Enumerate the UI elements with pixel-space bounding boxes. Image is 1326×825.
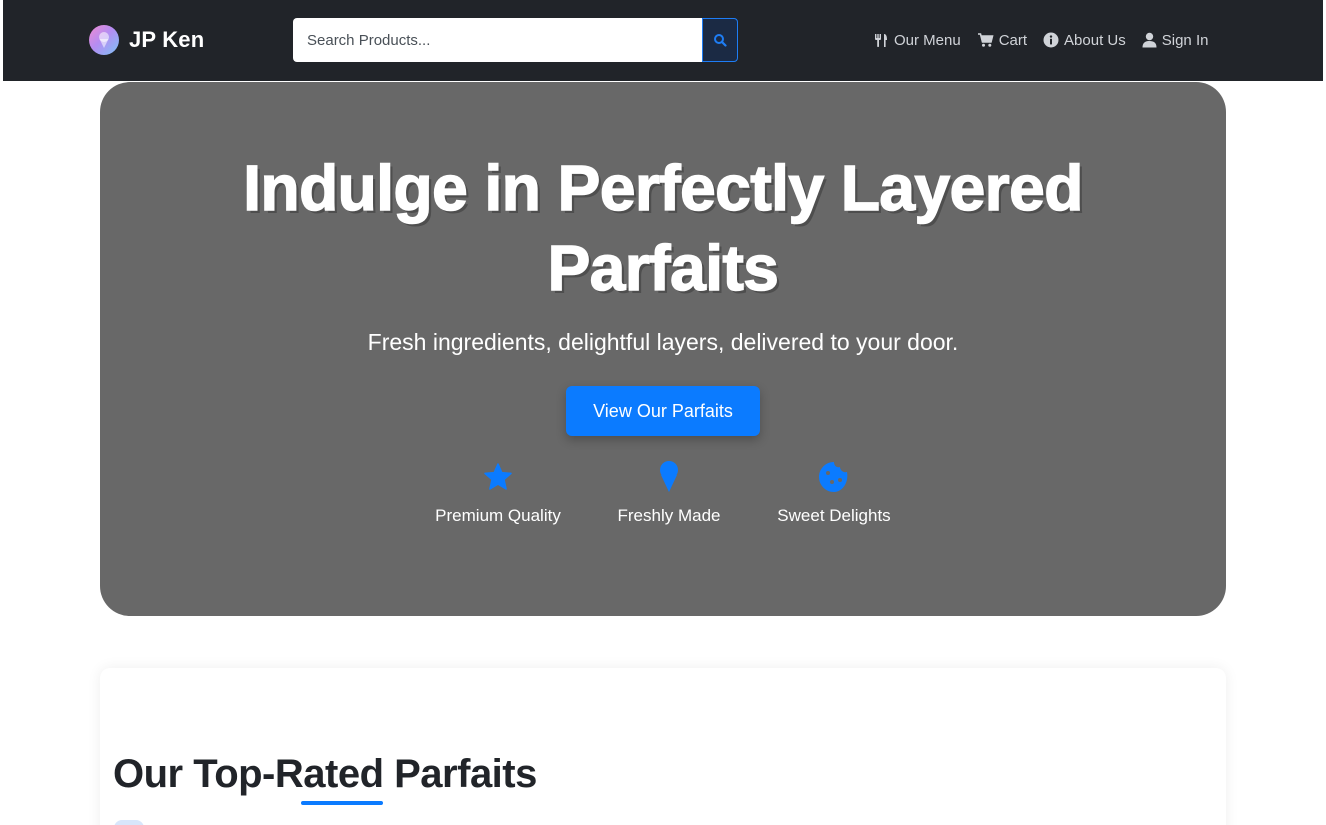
nav-sign-in-label: Sign In xyxy=(1161,31,1209,49)
search-input[interactable] xyxy=(293,18,702,62)
section-title-underline xyxy=(301,801,383,805)
nav-cart-label: Cart xyxy=(998,31,1028,49)
info-icon xyxy=(1043,32,1059,48)
ice-cream-cone-icon xyxy=(660,461,678,492)
cookie-icon xyxy=(819,462,848,492)
nav-about-us[interactable]: About Us xyxy=(1043,32,1126,49)
user-icon xyxy=(1142,32,1157,48)
nav-cart[interactable]: Cart xyxy=(977,32,1027,49)
hero-title-line1: Indulge in Perfectly Layered xyxy=(242,151,1084,225)
utensils-icon xyxy=(875,34,887,47)
section-title: Our Top-Rated Parfaits xyxy=(113,752,537,796)
hero-banner: Indulge in Perfectly Layered Parfaits Fr… xyxy=(100,82,1226,616)
hero-subtitle: Fresh ingredients, delightful layers, de… xyxy=(367,329,959,355)
brand-name: JP Ken xyxy=(129,27,205,52)
navbar: JP Ken Our Menu xyxy=(3,0,1323,81)
nav-about-us-label: About Us xyxy=(1064,31,1126,49)
nav-our-menu[interactable]: Our Menu xyxy=(873,32,961,49)
view-parfaits-button[interactable]: View Our Parfaits xyxy=(566,386,760,436)
feature-premium-quality: Premium Quality xyxy=(430,458,566,526)
search-bar xyxy=(293,18,738,62)
feature-label: Premium Quality xyxy=(435,506,561,525)
feature-label: Freshly Made xyxy=(617,506,721,525)
search-button[interactable] xyxy=(702,18,738,62)
search-icon xyxy=(714,34,727,47)
hero-title-line2: Parfaits xyxy=(547,231,780,305)
product-card-peek xyxy=(114,820,144,825)
cart-icon xyxy=(977,33,994,47)
nav-links: Our Menu Cart About Us Sign In xyxy=(873,28,1208,52)
feature-freshly-made: Freshly Made xyxy=(611,458,727,526)
brand[interactable]: JP Ken xyxy=(89,24,204,56)
star-icon xyxy=(484,463,512,490)
nav-our-menu-label: Our Menu xyxy=(894,31,961,49)
hero-title: Indulge in Perfectly Layered Parfaits xyxy=(100,148,1226,308)
feature-sweet-delights: Sweet Delights xyxy=(772,458,896,526)
feature-label: Sweet Delights xyxy=(777,506,891,525)
ice-cream-icon xyxy=(89,25,119,55)
nav-sign-in[interactable]: Sign In xyxy=(1142,31,1209,49)
top-rated-section: Our Top-Rated Parfaits xyxy=(100,668,1226,825)
